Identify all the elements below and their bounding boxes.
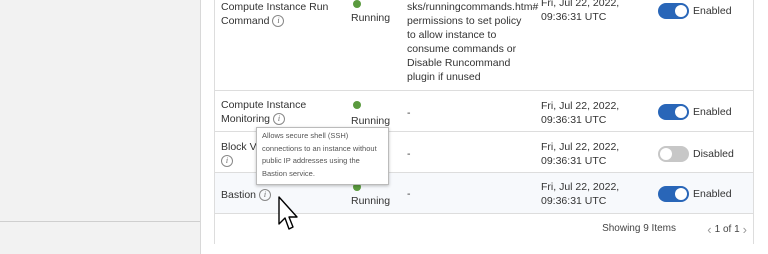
agent-name-cell: Compute Instance Run Command i (221, 0, 339, 28)
agent-name-cell: Compute Instance Monitoring i (221, 98, 311, 126)
date-cell: Fri, Jul 22, 2022, 09:36:31 UTC (541, 0, 620, 23)
chevron-right-icon[interactable]: › (743, 222, 747, 237)
toggle-label: Enabled (693, 106, 732, 118)
toggle-knob (675, 188, 687, 200)
running-status-dot-icon (353, 0, 361, 8)
toggle-label: Disabled (693, 148, 734, 160)
status-text: Running (351, 195, 391, 207)
info-icon[interactable]: i (259, 189, 272, 202)
left-divider (0, 221, 200, 222)
description-cell: sks/runningcommands.htm# permissions to … (407, 1, 539, 83)
agent-name: Compute Instance Monitoring (221, 99, 307, 125)
description-cell: - (407, 148, 411, 160)
page-indicator: 1 of 1 (714, 224, 740, 236)
date-cell: Fri, Jul 22, 2022, 09:36:31 UTC (541, 181, 620, 207)
agent-name: Bastion (221, 189, 257, 201)
info-icon[interactable]: i (221, 155, 233, 168)
running-status-dot-icon (353, 101, 361, 109)
toggle-label: Enabled (693, 5, 732, 17)
table-row: Compute Instance Run Command i Running sk… (215, 0, 753, 91)
status-text: Running (351, 115, 391, 127)
description-cell: - (407, 188, 411, 200)
toggle-knob (660, 148, 672, 160)
description-cell: - (407, 107, 411, 119)
table-row: Compute Instance Monitoring i Running - F… (215, 91, 753, 132)
date-cell: Fri, Jul 22, 2022, 09:36:31 UTC (541, 100, 620, 126)
enable-toggle[interactable] (658, 104, 689, 120)
toggle-label: Enabled (693, 188, 732, 200)
info-icon[interactable]: i (273, 113, 286, 126)
toggle-knob (675, 5, 687, 17)
info-tooltip: Allows secure shell (SSH) connections to… (256, 127, 389, 185)
left-gutter (0, 0, 200, 254)
mouse-pointer-icon (278, 196, 298, 230)
date-cell: Fri, Jul 22, 2022, 09:36:31 UTC (541, 141, 620, 167)
status-text: Running (351, 12, 391, 24)
toggle-knob (675, 106, 687, 118)
enable-toggle[interactable] (658, 146, 689, 162)
items-count: Showing 9 Items (602, 223, 676, 234)
chevron-left-icon[interactable]: ‹ (707, 222, 711, 237)
pagination: ‹ 1 of 1 › (704, 222, 750, 237)
info-icon[interactable]: i (272, 15, 285, 28)
enable-toggle[interactable] (658, 186, 689, 202)
enable-toggle[interactable] (658, 3, 689, 19)
